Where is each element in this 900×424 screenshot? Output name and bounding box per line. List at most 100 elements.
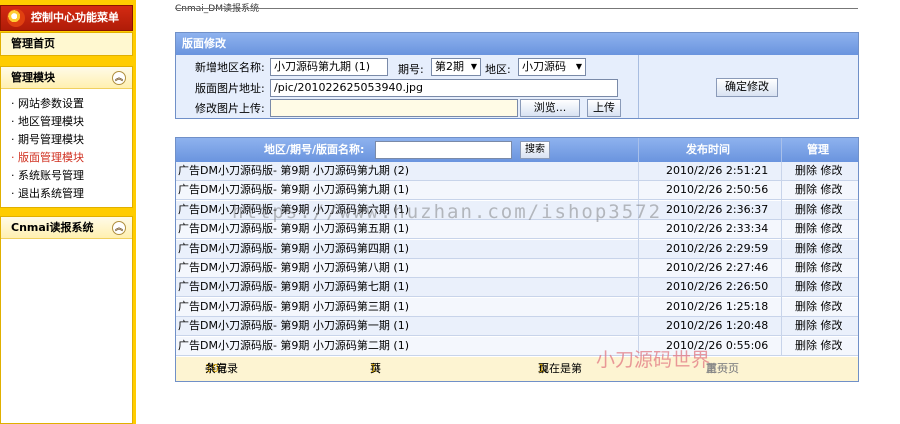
edit-panel-divider (638, 55, 639, 118)
sidebar-item-account-manage[interactable]: · 系统账号管理 (11, 167, 132, 185)
row-date: 2010/2/26 2:29:59 (666, 241, 769, 255)
layout-list-panel: 地区/期号/版面名称: 搜索 发布时间 管理 广告DM小刀源码版- 第9期 小刀… (175, 137, 859, 382)
table-row: 广告DM小刀源码版- 第9期 小刀源码第三期 (1) 2010/2/26 1:25… (176, 297, 858, 317)
table-row: 广告DM小刀源码版- 第9期 小刀源码第五期 (1) 2010/2/26 2:33… (176, 220, 858, 240)
browse-button[interactable]: 浏览... (520, 99, 580, 117)
row-date: 2010/2/26 2:27:46 (666, 261, 769, 274)
name-input[interactable]: 小刀源码第九期 (1) (270, 58, 388, 76)
row-actions: 删除 修改 (795, 259, 843, 277)
collapse-icon[interactable]: ︽ (112, 221, 126, 235)
row-actions: 删除 修改 (795, 337, 843, 355)
header-divider (638, 138, 639, 162)
sidebar-item-region-manage[interactable]: · 地区管理模块 (11, 113, 132, 131)
search-label: 地区/期号/版面名称: (264, 143, 365, 156)
table-row: 广告DM小刀源码版- 第9期 小刀源码第一期 (1) 2010/2/26 1:20… (176, 317, 858, 337)
issue-select[interactable]: 第2期 ▼ (431, 58, 481, 76)
upload-label: 修改图片上传: (195, 102, 265, 115)
sidebar-header-title: 控制中心功能菜单 (31, 11, 119, 24)
upload-file-input[interactable] (270, 99, 518, 117)
table-row: 广告DM小刀源码版- 第9期 小刀源码第九期 (1) 2010/2/26 2:50… (176, 181, 858, 201)
edit-link[interactable]: 修改 (821, 261, 843, 274)
row-actions: 删除 修改 (795, 298, 843, 316)
row-actions: 删除 修改 (795, 240, 843, 258)
delete-link[interactable]: 删除 (795, 339, 817, 352)
upload-button[interactable]: 上传 (587, 99, 621, 117)
dropdown-arrow-icon: ▼ (470, 62, 477, 71)
delete-link[interactable]: 删除 (795, 222, 817, 235)
sidebar-item-layout-manage[interactable]: · 版面管理模块 (11, 149, 132, 167)
image-url-input[interactable]: /pic/201022625053940.jpg (270, 79, 618, 97)
table-row: 广告DM小刀源码版- 第9期 小刀源码第四期 (1) 2010/2/26 2:29… (176, 239, 858, 259)
row-date: 2010/2/26 2:36:37 (666, 202, 769, 216)
pagination-bar: 共有 10 条记录 共 1 页 现在是第 1 页 首页 上一页 下一页 尾页 (176, 357, 858, 381)
admin-module-panel: 管理模块 ︽ · 网站参数设置 · 地区管理模块 · 期号管理模块 · 版面管理… (0, 66, 133, 208)
edit-panel-title: 版面修改 (176, 33, 858, 55)
region-select[interactable]: 小刀源码 ▼ (518, 58, 586, 76)
row-title: 广告DM小刀源码版- 第9期 小刀源码第二期 (1) (178, 338, 409, 352)
row-title: 广告DM小刀源码版- 第9期 小刀源码第八期 (1) (178, 261, 409, 274)
title-divider (175, 8, 858, 9)
region-select-value: 小刀源码 (522, 60, 566, 73)
collapse-icon[interactable]: ︽ (112, 71, 126, 85)
row-date: 2010/2/26 2:51:21 (666, 164, 769, 177)
sidebar-item-issue-manage[interactable]: · 期号管理模块 (11, 131, 132, 149)
current-suffix: 页 (538, 362, 549, 375)
edit-link[interactable]: 修改 (821, 164, 843, 177)
total-suffix: 条记录 (205, 362, 238, 375)
row-date: 2010/2/26 2:26:50 (666, 280, 769, 294)
issue-label: 期号: (398, 63, 424, 76)
delete-link[interactable]: 删除 (795, 203, 817, 216)
delete-link[interactable]: 删除 (795, 300, 817, 313)
edit-link[interactable]: 修改 (821, 300, 843, 313)
sidebar-home-link[interactable]: 管理首页 (0, 32, 133, 56)
search-button[interactable]: 搜索 (520, 141, 550, 159)
table-row: 广告DM小刀源码版- 第9期 小刀源码第七期 (1) 2010/2/26 2:26… (176, 278, 858, 298)
dropdown-arrow-icon: ▼ (575, 62, 582, 71)
edit-link[interactable]: 修改 (821, 242, 843, 255)
column-divider (781, 162, 782, 356)
confirm-edit-button[interactable]: 确定修改 (716, 78, 778, 97)
sidebar-item-logout[interactable]: · 退出系统管理 (11, 185, 132, 203)
column-header-manage: 管理 (807, 143, 829, 156)
edit-link[interactable]: 修改 (821, 203, 843, 216)
row-date: 2010/2/26 1:25:18 (666, 299, 769, 313)
pages-suffix: 页 (370, 362, 381, 375)
row-actions: 删除 修改 (795, 162, 843, 180)
row-title: 广告DM小刀源码版- 第9期 小刀源码第三期 (1) (178, 299, 409, 313)
logo-icon (7, 9, 25, 27)
row-actions: 删除 修改 (795, 201, 843, 219)
sidebar: 控制中心功能菜单 管理首页 管理模块 ︽ · 网站参数设置 · 地区管理模块 ·… (0, 0, 136, 424)
edit-link[interactable]: 修改 (821, 222, 843, 235)
row-date: 2010/2/26 2:50:56 (666, 183, 769, 197)
row-date: 2010/2/26 1:20:48 (666, 319, 769, 333)
sidebar-header: 控制中心功能菜单 (0, 5, 133, 31)
read-system-panel: Cnmai读报系统 ︽ (0, 216, 133, 424)
row-title: 广告DM小刀源码版- 第9期 小刀源码第一期 (1) (178, 319, 409, 333)
delete-link[interactable]: 删除 (795, 242, 817, 255)
column-divider (638, 162, 639, 356)
delete-link[interactable]: 删除 (795, 261, 817, 274)
delete-link[interactable]: 删除 (795, 183, 817, 196)
issue-select-value: 第2期 (435, 60, 464, 73)
delete-link[interactable]: 删除 (795, 280, 817, 293)
row-actions: 删除 修改 (795, 181, 843, 199)
edit-link[interactable]: 修改 (821, 280, 843, 293)
layout-edit-panel: 版面修改 新增地区名称: 小刀源码第九期 (1) 期号: 第2期 ▼ 地区: 小… (175, 32, 859, 119)
edit-link[interactable]: 修改 (821, 339, 843, 352)
region-label: 地区: (485, 63, 511, 76)
read-system-title: Cnmai读报系统 (11, 221, 94, 234)
sidebar-item-site-settings[interactable]: · 网站参数设置 (11, 95, 132, 113)
column-header-time: 发布时间 (686, 143, 730, 156)
delete-link[interactable]: 删除 (795, 164, 817, 177)
delete-link[interactable]: 删除 (795, 319, 817, 332)
read-system-header[interactable]: Cnmai读报系统 ︽ (1, 217, 132, 239)
edit-link[interactable]: 修改 (821, 319, 843, 332)
edit-link[interactable]: 修改 (821, 183, 843, 196)
row-actions: 删除 修改 (795, 278, 843, 296)
admin-module-header[interactable]: 管理模块 ︽ (1, 67, 132, 89)
search-input[interactable] (375, 141, 512, 159)
watermark-brand: 小刀源码世界 (596, 349, 711, 371)
header-divider (781, 138, 782, 162)
row-actions: 删除 修改 (795, 317, 843, 335)
row-title: 广告DM小刀源码版- 第9期 小刀源码第七期 (1) (178, 280, 409, 294)
